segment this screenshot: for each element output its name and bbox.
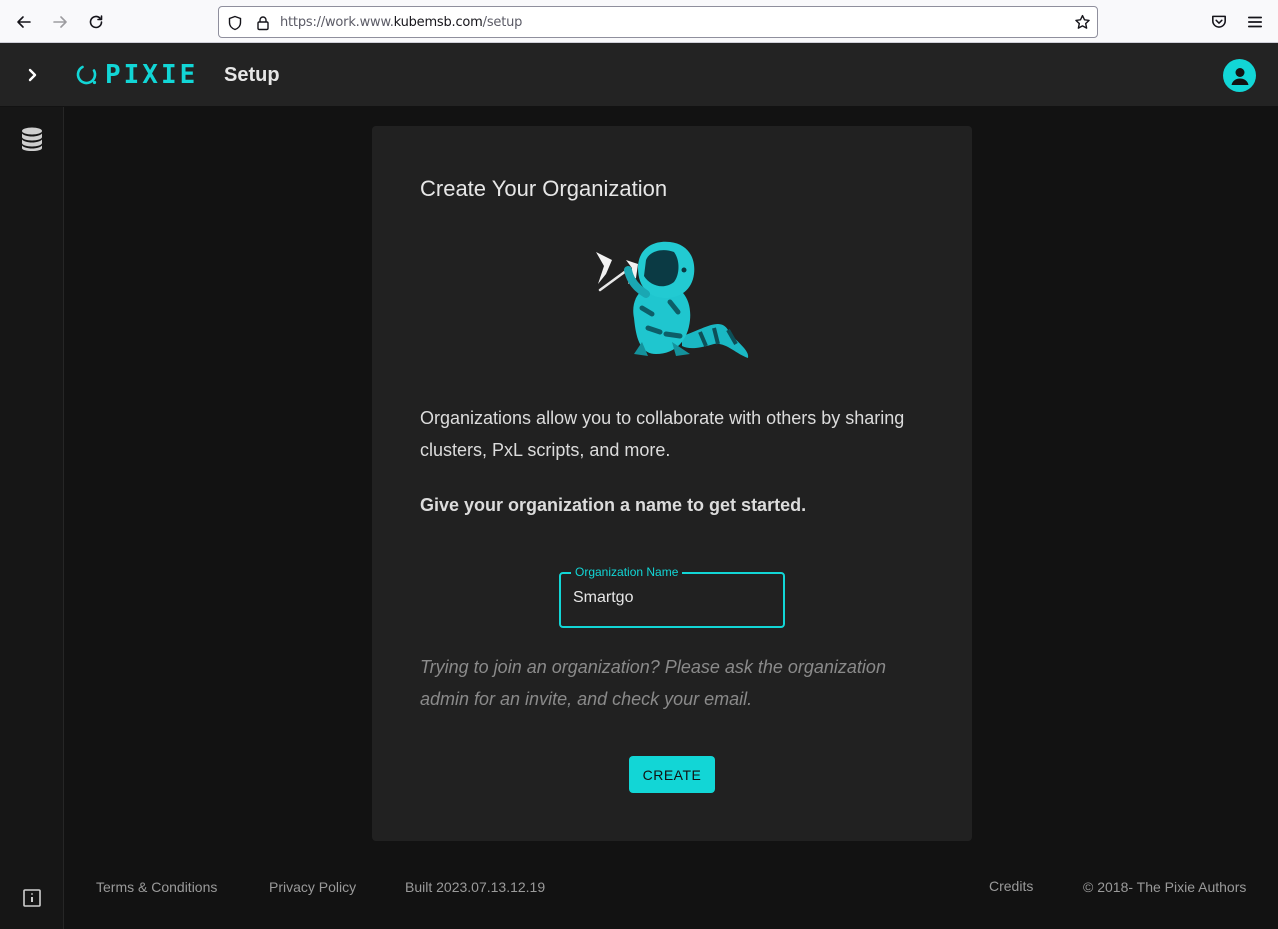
organization-name-field[interactable]: Organization Name	[559, 564, 785, 628]
app-header: PIXIE Setup	[0, 43, 1278, 107]
pixie-logo-mark-icon	[76, 65, 97, 85]
copyright-text: © 2018- The Pixie Authors	[1083, 879, 1247, 895]
url-text[interactable]: https://work.www.kubemsb.com/setup	[280, 15, 522, 30]
reload-icon[interactable]	[82, 8, 110, 36]
back-arrow-icon[interactable]	[10, 8, 38, 36]
credits-link[interactable]: Credits	[989, 878, 1033, 894]
shield-icon[interactable]	[227, 15, 243, 31]
info-icon[interactable]	[23, 889, 41, 907]
url-host: kubemsb.com	[393, 15, 483, 30]
user-icon	[1231, 67, 1248, 85]
url-prefix: https://work.www.	[280, 15, 394, 30]
card-title: Create Your Organization	[420, 176, 668, 201]
pixie-logo[interactable]: PIXIE	[75, 62, 198, 88]
card-description: Organizations allow you to collaborate w…	[420, 408, 905, 460]
logo-text: PIXIE	[105, 60, 199, 90]
url-path: /setup	[482, 15, 523, 30]
browser-toolbar: https://work.www.kubemsb.com/setup	[0, 0, 1278, 43]
card-call-to-action: Give your organization a name to get sta…	[420, 495, 807, 515]
privacy-link[interactable]: Privacy Policy	[269, 879, 356, 895]
chevron-right-icon[interactable]	[22, 65, 42, 85]
bookmark-star-icon[interactable]	[1074, 14, 1091, 31]
user-avatar[interactable]	[1223, 59, 1256, 92]
forward-arrow-icon[interactable]	[46, 8, 74, 36]
terms-link[interactable]: Terms & Conditions	[96, 879, 217, 895]
organization-name-input[interactable]	[573, 589, 773, 607]
create-button[interactable]: CREATE	[629, 756, 715, 793]
create-organization-card: Create Your Organization Organizations a…	[372, 126, 972, 841]
build-version: Built 2023.07.13.12.19	[405, 879, 546, 895]
pocket-icon[interactable]	[1210, 13, 1228, 31]
join-organization-hint: Trying to join an organization? Please a…	[420, 657, 886, 709]
sidebar	[0, 107, 64, 929]
address-bar[interactable]: https://work.www.kubemsb.com/setup	[218, 6, 1098, 38]
lock-icon[interactable]	[255, 15, 271, 31]
organization-name-label: Organization Name	[571, 564, 683, 580]
page-title: Setup	[224, 64, 280, 86]
database-icon[interactable]	[21, 127, 43, 151]
hamburger-menu-icon[interactable]	[1246, 13, 1264, 31]
pixie-mascot-illustration	[596, 241, 749, 358]
